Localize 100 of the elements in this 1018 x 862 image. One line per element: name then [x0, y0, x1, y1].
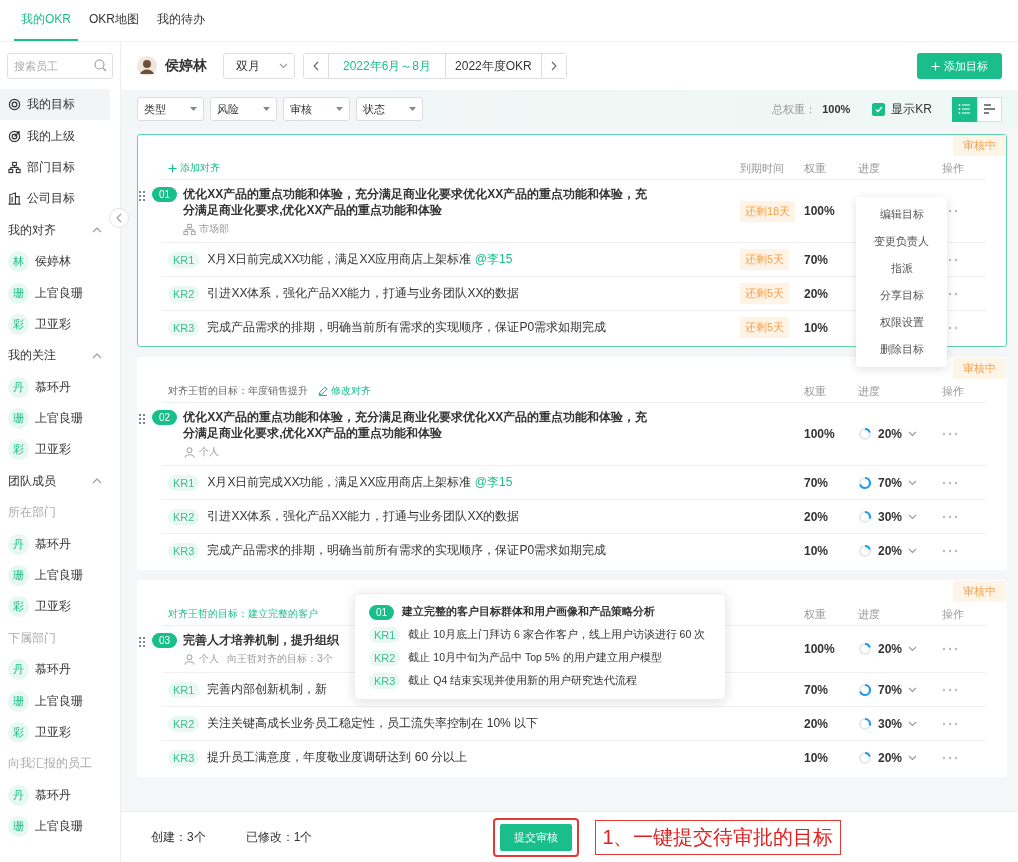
chevron-left-icon [313, 61, 319, 71]
group-label: 所在部门 [8, 504, 56, 522]
person-icon [183, 652, 197, 666]
sidebar-item[interactable]: 公司目标 [0, 183, 110, 215]
column-header: 操作 [942, 383, 965, 399]
weight-value: 70% [804, 252, 830, 267]
filter-select[interactable]: 状态 [356, 97, 423, 121]
column-header: 权重 [804, 606, 827, 622]
kr-text: 引进XX体系，强化产品XX能力，打通与业务团队XX的数据 [207, 285, 520, 302]
more-icon[interactable] [942, 755, 958, 760]
person-item[interactable]: 丹 慕环丹 [0, 654, 110, 686]
more-icon[interactable] [942, 432, 958, 436]
person-item[interactable]: 彩 卫亚彩 [0, 716, 110, 749]
kr-label: KR3 [369, 673, 401, 689]
person-item[interactable]: 林 侯婷林 [0, 245, 110, 278]
person-item[interactable]: 彩 卫亚彩 [0, 434, 110, 466]
chevron-up-icon[interactable] [92, 478, 102, 485]
more-icon[interactable] [942, 548, 958, 553]
sidebar-item[interactable]: 我的目标 [0, 89, 110, 121]
person-item[interactable]: 彩 卫亚彩 [0, 591, 110, 623]
weight-value: 10% [804, 320, 830, 335]
weight-value: 20% [804, 286, 830, 301]
group-label: 下属部门 [8, 629, 56, 647]
person-item[interactable]: 珊 上官良珊 [0, 402, 110, 435]
more-icon[interactable] [942, 514, 958, 519]
column-header: 进度 [858, 606, 881, 622]
drag-handle-icon[interactable] [138, 636, 146, 648]
kr-text: 完成产品需求的排期，明确当前所有需求的实现顺序，保证P0需求如期完成 [207, 319, 607, 336]
kr-label: KR2 [168, 285, 200, 302]
progress-ring [858, 509, 872, 524]
person-item[interactable]: 丹 慕环丹 [0, 371, 110, 403]
more-icon[interactable] [942, 687, 958, 692]
weight-value: 70% [804, 682, 830, 697]
tab[interactable]: 我的待办 [150, 0, 213, 41]
objective-number: 03 [152, 633, 178, 648]
kr-label: KR2 [369, 650, 401, 666]
list-view-button[interactable] [952, 96, 977, 122]
kr-text: 截止 10月中旬为产品中 Top 5% 的用户建立用户模型 [408, 651, 662, 665]
menu-item[interactable]: 编辑目标 [856, 201, 947, 228]
total-weight-value: 100% [822, 103, 851, 115]
kr-text: 关注关键高成长业务员工稳定性，员工流失率控制在 10% 以下 [207, 715, 539, 732]
person-item[interactable]: 珊 上官良珊 [0, 685, 110, 717]
column-header: 操作 [942, 606, 965, 622]
kr-text: 完善内部创新机制，新 [207, 681, 328, 698]
weight-value: 100% [804, 204, 836, 218]
menu-item[interactable]: 权限设置 [856, 309, 947, 336]
progress-ring [858, 750, 872, 765]
drag-handle-icon[interactable] [138, 413, 146, 425]
caret-icon [908, 513, 918, 520]
filter-select[interactable]: 审核 [283, 97, 350, 121]
progress-value: 70% [878, 475, 903, 490]
menu-item[interactable]: 指派 [856, 255, 947, 282]
objective-card[interactable] [137, 580, 1007, 777]
menu-item[interactable]: 分享目标 [856, 282, 947, 309]
period-select[interactable]: 双月 [223, 53, 295, 79]
gantt-view-button[interactable] [977, 96, 1002, 122]
due-tag: 还剩18天 [740, 200, 796, 222]
sidebar-item[interactable]: 部门目标 [0, 151, 110, 184]
kr-text: 截止 Q4 结束实现并使用新的用户研究迭代流程 [408, 674, 638, 688]
person-item[interactable]: 珊 上官良珊 [0, 277, 110, 309]
filter-select[interactable]: 类型 [137, 97, 204, 121]
progress-ring [858, 716, 872, 731]
caret-icon [908, 754, 918, 761]
tab[interactable]: OKR地图 [82, 0, 147, 41]
filter-select[interactable]: 风险 [210, 97, 277, 121]
column-header: 进度 [858, 383, 881, 399]
kr-text: X月X日前完成XX功能，满足XX应用商店上架标准 @李15 [207, 474, 513, 491]
sidebar-item[interactable]: 我的上级 [0, 120, 110, 152]
person-item[interactable]: 彩 卫亚彩 [0, 308, 110, 341]
person-item[interactable]: 丹 慕环丹 [0, 528, 110, 560]
annotation-callout: 1、一键提交待审批的目标 [595, 819, 841, 855]
weight-value: 70% [804, 475, 830, 490]
more-icon[interactable] [942, 647, 958, 651]
due-tag: 还剩5天 [740, 317, 790, 338]
objective-card[interactable] [137, 357, 1007, 570]
person-item[interactable]: 丹 慕环丹 [0, 779, 110, 811]
weight-value: 10% [804, 543, 830, 558]
objective-number: 01 [152, 187, 178, 202]
person-item[interactable]: 珊 上官良珊 [0, 811, 110, 843]
meta-text: 市场部 [199, 222, 230, 236]
weight-value: 100% [804, 427, 836, 441]
chevron-up-icon[interactable] [92, 227, 102, 234]
bars-icon [983, 103, 996, 115]
person-icon [183, 445, 197, 459]
weight-value: 10% [804, 750, 830, 765]
checkbox[interactable] [872, 102, 886, 116]
kr-label: KR1 [168, 681, 200, 698]
prev-button[interactable] [304, 54, 329, 78]
progress-ring [858, 682, 872, 697]
more-icon[interactable] [942, 480, 958, 485]
objective-title: 优化XX产品的重点功能和体验，充分满足商业化要求优化XX产品的重点功能和体验，充分满足商业化要求,优化XX产品的重点功能和体验 [183, 409, 649, 441]
created-count: 创建：3个 [151, 828, 206, 846]
menu-item[interactable]: 变更负责人 [856, 228, 947, 255]
person-item[interactable]: 珊 上官良珊 [0, 559, 110, 592]
drag-handle-icon[interactable] [138, 190, 146, 202]
chevron-up-icon[interactable] [92, 352, 102, 359]
menu-item[interactable]: 删除目标 [856, 336, 947, 363]
search-field[interactable]: 搜索员工 [7, 53, 113, 79]
more-icon[interactable] [942, 721, 958, 726]
chevron-right-icon [550, 61, 557, 71]
